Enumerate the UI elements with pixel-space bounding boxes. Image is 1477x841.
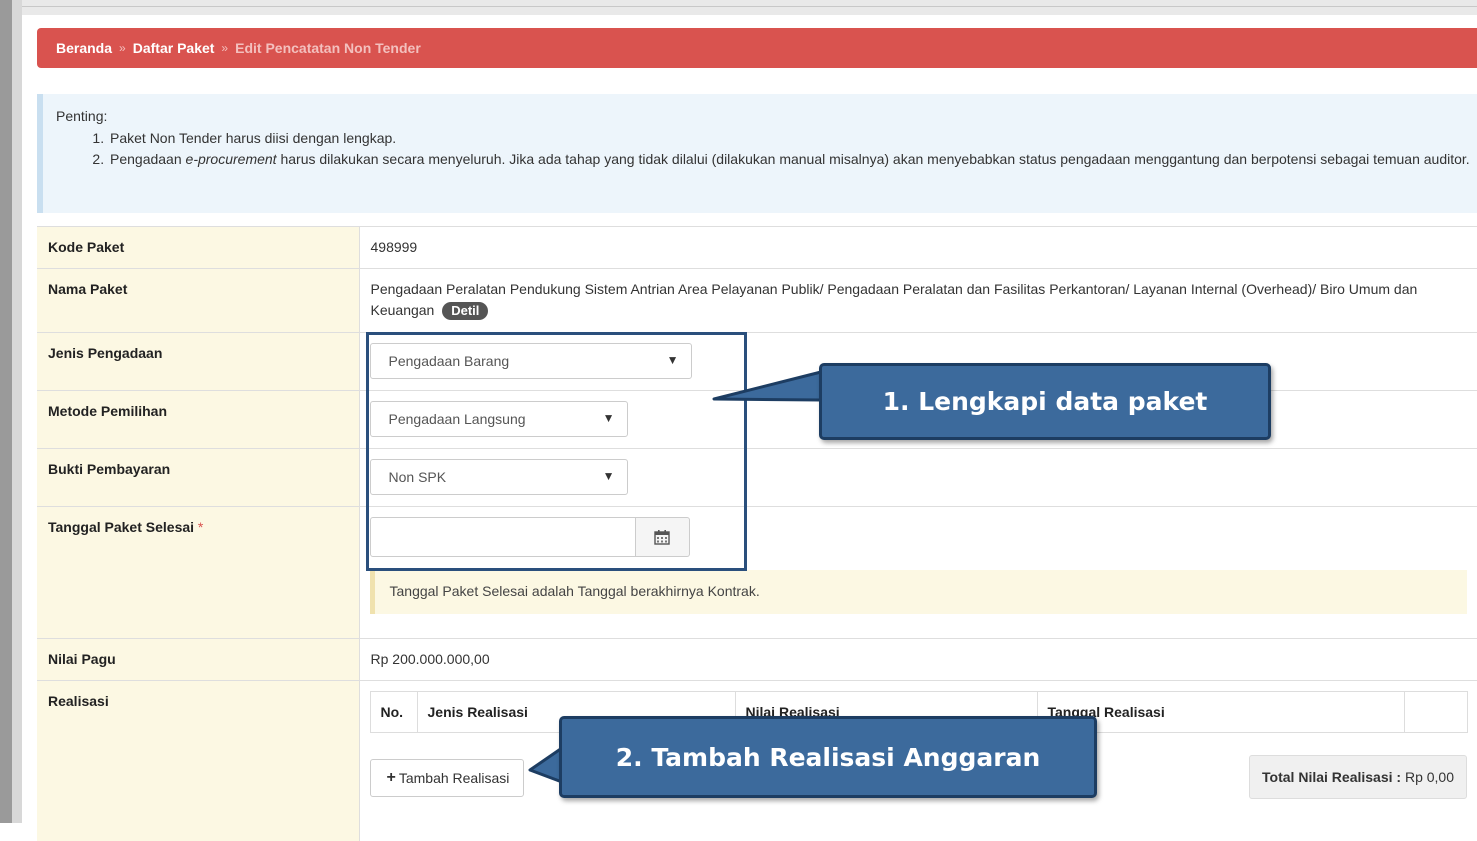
tanggal-paket-selesai-note: Tanggal Paket Selesai adalah Tanggal ber… (370, 570, 1468, 614)
nilai-pagu-label: Nilai Pagu (37, 639, 359, 681)
bukti-pembayaran-cell: Non SPK ▼ (359, 449, 1477, 507)
metode-pemilihan-select[interactable]: Pengadaan Langsung ▼ (370, 401, 628, 437)
notice-list: Paket Non Tender harus diisi dengan leng… (56, 128, 1477, 170)
metode-pemilihan-selected: Pengadaan Langsung (389, 411, 526, 427)
important-notice: Penting: Paket Non Tender harus diisi de… (37, 94, 1477, 213)
breadcrumb-separator: » (119, 41, 126, 55)
required-marker: * (198, 519, 203, 535)
jenis-pengadaan-select[interactable]: Pengadaan Barang ▼ (370, 343, 692, 379)
jenis-pengadaan-label: Jenis Pengadaan (37, 333, 359, 391)
bukti-pembayaran-label: Bukti Pembayaran (37, 449, 359, 507)
notice-item-1: Paket Non Tender harus diisi dengan leng… (108, 128, 1477, 149)
dropdown-arrow-icon: ▼ (603, 469, 615, 483)
calendar-icon (654, 529, 670, 545)
bukti-pembayaran-select[interactable]: Non SPK ▼ (370, 459, 628, 495)
row-nama-paket: Nama Paket Pengadaan Peralatan Pendukung… (37, 269, 1477, 333)
tanggal-paket-selesai-input[interactable] (370, 517, 636, 557)
window-left-frame-inner (12, 0, 22, 823)
dropdown-arrow-icon: ▼ (603, 411, 615, 425)
total-value: Rp 0,00 (1405, 769, 1454, 785)
nama-paket-label: Nama Paket (37, 269, 359, 333)
kode-paket-value: 498999 (359, 227, 1477, 269)
notice-item-2-prefix: Pengadaan (110, 151, 186, 167)
total-nilai-realisasi: Total Nilai Realisasi : Rp 0,00 (1249, 755, 1467, 799)
metode-pemilihan-label: Metode Pemilihan (37, 391, 359, 449)
nama-paket-value: Pengadaan Peralatan Pendukung Sistem Ant… (371, 281, 1418, 318)
dropdown-arrow-icon: ▼ (667, 353, 679, 367)
tanggal-paket-selesai-label-cell: Tanggal Paket Selesai * (37, 507, 359, 639)
col-no: No. (370, 692, 417, 733)
breadcrumb-current: Edit Pencatatan Non Tender (235, 40, 421, 56)
nilai-pagu-value: Rp 200.000.000,00 (359, 639, 1477, 681)
col-actions (1404, 692, 1467, 733)
notice-item-2: Pengadaan e-procurement harus dilakukan … (108, 149, 1477, 170)
notice-item-2-emphasis: e-procurement (186, 151, 277, 167)
breadcrumb-home-link[interactable]: Beranda (56, 40, 112, 56)
tanggal-paket-selesai-label: Tanggal Paket Selesai (48, 519, 194, 535)
calendar-button[interactable] (636, 517, 690, 557)
window-top-frame (0, 0, 1477, 15)
row-nilai-pagu: Nilai Pagu Rp 200.000.000,00 (37, 639, 1477, 681)
tanggal-paket-selesai-datepicker (370, 517, 690, 557)
breadcrumb: Beranda » Daftar Paket » Edit Pencatatan… (37, 28, 1477, 68)
notice-title: Penting: (56, 108, 1477, 124)
row-tanggal-paket-selesai: Tanggal Paket Selesai * (37, 507, 1477, 639)
row-kode-paket: Kode Paket 498999 (37, 227, 1477, 269)
tanggal-paket-selesai-cell: Tanggal Paket Selesai adalah Tanggal ber… (359, 507, 1477, 639)
breadcrumb-separator: » (221, 41, 228, 55)
kode-paket-label: Kode Paket (37, 227, 359, 269)
row-bukti-pembayaran: Bukti Pembayaran Non SPK ▼ (37, 449, 1477, 507)
realisasi-label: Realisasi (37, 681, 359, 841)
window-top-divider (0, 6, 1477, 7)
breadcrumb-list-link[interactable]: Daftar Paket (133, 40, 215, 56)
tambah-realisasi-button[interactable]: + Tambah Realisasi (370, 759, 525, 797)
jenis-pengadaan-selected: Pengadaan Barang (389, 353, 510, 369)
callout-tambah-realisasi: 2. Tambah Realisasi Anggaran (559, 716, 1097, 798)
notice-item-2-suffix: harus dilakukan secara menyeluruh. Jika … (277, 151, 1470, 167)
callout-lengkapi-data: 1. Lengkapi data paket (819, 363, 1271, 440)
tambah-realisasi-label: Tambah Realisasi (399, 770, 510, 786)
bukti-pembayaran-selected: Non SPK (389, 469, 447, 485)
total-label: Total Nilai Realisasi : (1262, 769, 1401, 785)
nama-paket-value-cell: Pengadaan Peralatan Pendukung Sistem Ant… (359, 269, 1477, 333)
plus-icon: + (387, 769, 396, 787)
detil-badge[interactable]: Detil (442, 302, 488, 320)
